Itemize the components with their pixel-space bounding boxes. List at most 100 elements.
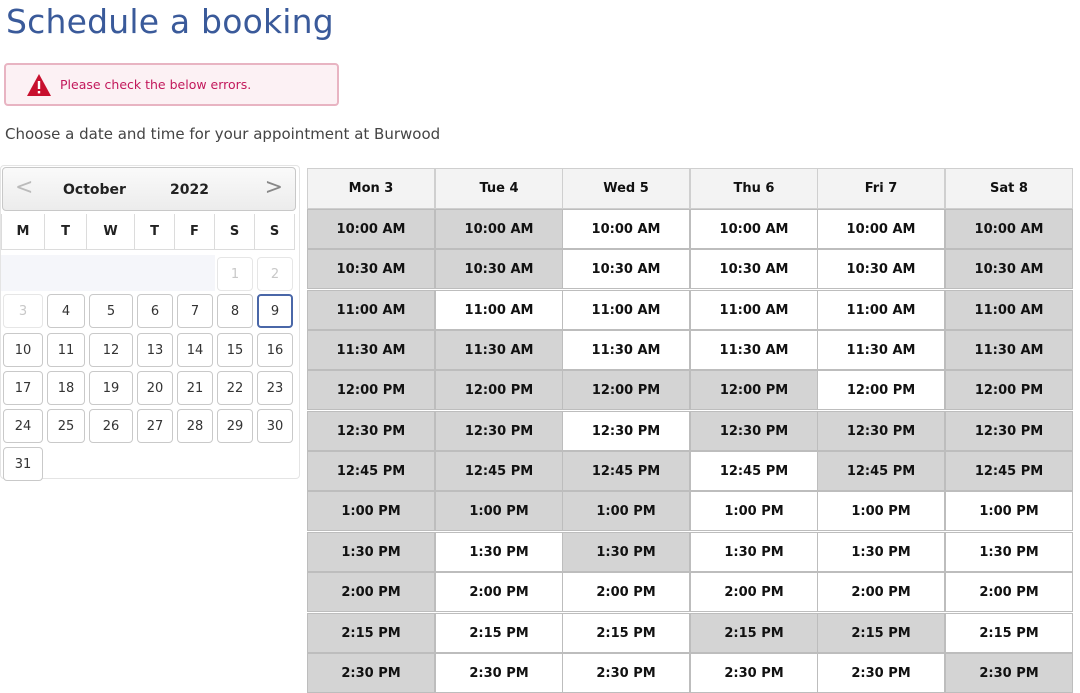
time-slot-available[interactable]: 1:00 PM <box>817 491 945 531</box>
calendar-day[interactable]: 4 <box>47 294 85 328</box>
time-slot-available[interactable]: 2:00 PM <box>690 572 818 612</box>
calendar-day[interactable]: 11 <box>47 333 85 367</box>
time-slot-available[interactable]: 2:30 PM <box>562 653 690 693</box>
calendar-day[interactable]: 27 <box>137 409 173 443</box>
prev-month-button[interactable]: < <box>15 175 33 201</box>
calendar-day[interactable]: 14 <box>177 333 213 367</box>
calendar-day[interactable]: 29 <box>217 409 253 443</box>
time-slot-unavailable: 11:00 AM <box>945 290 1073 330</box>
time-slot-available[interactable]: 2:15 PM <box>435 613 563 653</box>
time-slot-available[interactable]: 11:30 AM <box>690 330 818 370</box>
time-slot-available[interactable]: 11:00 AM <box>817 290 945 330</box>
calendar-day[interactable]: 13 <box>137 333 173 367</box>
time-slot-available[interactable]: 2:00 PM <box>945 572 1073 612</box>
time-slot-available[interactable]: 12:30 PM <box>562 411 690 451</box>
calendar-day[interactable]: 19 <box>89 371 133 405</box>
day-column-header: Sat 8 <box>945 168 1073 209</box>
time-slot-available[interactable]: 1:30 PM <box>945 532 1073 572</box>
weekday-header: T <box>135 214 175 250</box>
calendar-day[interactable]: 26 <box>89 409 133 443</box>
calendar-day[interactable]: 17 <box>3 371 43 405</box>
time-slot-available[interactable]: 11:30 AM <box>817 330 945 370</box>
calendar-day[interactable]: 21 <box>177 371 213 405</box>
day-column-header: Thu 6 <box>690 168 818 209</box>
calendar-day[interactable]: 20 <box>137 371 173 405</box>
calendar-header: < October 2022 > <box>2 167 296 211</box>
time-slot-unavailable: 10:30 AM <box>435 249 563 289</box>
time-slot-unavailable: 12:45 PM <box>307 451 435 491</box>
time-slot-available[interactable]: 2:30 PM <box>817 653 945 693</box>
next-month-button[interactable]: > <box>265 175 283 201</box>
time-slot-unavailable: 12:30 PM <box>817 411 945 451</box>
intro-text: Choose a date and time for your appointm… <box>5 125 441 143</box>
time-slot-unavailable: 12:45 PM <box>435 451 563 491</box>
calendar-day[interactable]: 25 <box>47 409 85 443</box>
calendar-month: October <box>63 182 126 198</box>
time-slot-available[interactable]: 1:30 PM <box>435 532 563 572</box>
time-slot-available[interactable]: 2:15 PM <box>945 613 1073 653</box>
calendar-day[interactable]: 6 <box>137 294 173 328</box>
time-slot-available[interactable]: 10:30 AM <box>690 249 818 289</box>
time-slot-unavailable: 2:00 PM <box>307 572 435 612</box>
time-slot-available[interactable]: 2:00 PM <box>435 572 563 612</box>
time-slot-available[interactable]: 2:15 PM <box>562 613 690 653</box>
time-slot-available[interactable]: 10:30 AM <box>817 249 945 289</box>
calendar-day[interactable]: 12 <box>89 333 133 367</box>
calendar-day[interactable]: 28 <box>177 409 213 443</box>
time-slot-available[interactable]: 2:30 PM <box>690 653 818 693</box>
time-slot-unavailable: 1:00 PM <box>562 491 690 531</box>
time-slot-unavailable: 12:00 PM <box>435 370 563 410</box>
time-slot-available[interactable]: 10:00 AM <box>690 209 818 249</box>
calendar-day-selected[interactable]: 9 <box>257 294 293 328</box>
time-slot-unavailable: 1:30 PM <box>562 532 690 572</box>
time-slot-available[interactable]: 11:00 AM <box>690 290 818 330</box>
time-slot-available[interactable]: 1:00 PM <box>690 491 818 531</box>
calendar-day[interactable]: 24 <box>3 409 43 443</box>
weekday-header: T <box>45 214 87 250</box>
calendar-day[interactable]: 8 <box>217 294 253 328</box>
time-slot-unavailable: 12:00 PM <box>690 370 818 410</box>
time-slot-available[interactable]: 12:45 PM <box>690 451 818 491</box>
time-slot-available[interactable]: 2:00 PM <box>562 572 690 612</box>
calendar-day[interactable]: 30 <box>257 409 293 443</box>
time-slot-available[interactable]: 1:30 PM <box>817 532 945 572</box>
time-slot-unavailable: 12:00 PM <box>307 370 435 410</box>
time-slot-available[interactable]: 10:30 AM <box>562 249 690 289</box>
calendar-day[interactable]: 22 <box>217 371 253 405</box>
weekday-header: S <box>215 214 255 250</box>
calendar-day[interactable]: 23 <box>257 371 293 405</box>
weekday-header: W <box>87 214 135 250</box>
time-slot-available[interactable]: 1:30 PM <box>690 532 818 572</box>
time-slot-available[interactable]: 2:00 PM <box>817 572 945 612</box>
time-slot-unavailable: 12:30 PM <box>690 411 818 451</box>
time-slot-unavailable: 11:30 AM <box>307 330 435 370</box>
time-slot-unavailable: 11:30 AM <box>945 330 1073 370</box>
warning-icon <box>27 73 51 96</box>
calendar-day[interactable]: 7 <box>177 294 213 328</box>
calendar-day[interactable]: 18 <box>47 371 85 405</box>
calendar-day[interactable]: 16 <box>257 333 293 367</box>
calendar-day[interactable]: 31 <box>3 447 43 481</box>
time-slot-available[interactable]: 2:30 PM <box>435 653 563 693</box>
time-slot-unavailable: 1:00 PM <box>307 491 435 531</box>
time-slot-unavailable: 2:15 PM <box>817 613 945 653</box>
time-slot-available[interactable]: 12:00 PM <box>817 370 945 410</box>
time-slot-available[interactable]: 11:30 AM <box>562 330 690 370</box>
calendar-day[interactable]: 5 <box>89 294 133 328</box>
time-slot-available[interactable]: 10:00 AM <box>562 209 690 249</box>
day-column-header: Tue 4 <box>435 168 563 209</box>
calendar-empty-cells <box>1 255 215 291</box>
time-slot-available[interactable]: 11:00 AM <box>435 290 563 330</box>
time-slot-available[interactable]: 10:00 AM <box>817 209 945 249</box>
calendar-day: 2 <box>257 257 293 291</box>
calendar-day[interactable]: 15 <box>217 333 253 367</box>
calendar-day: 1 <box>217 257 253 291</box>
error-alert: Please check the below errors. <box>4 63 339 106</box>
time-slot-unavailable: 12:45 PM <box>817 451 945 491</box>
time-slot-available[interactable]: 11:00 AM <box>562 290 690 330</box>
time-slot-available[interactable]: 1:00 PM <box>945 491 1073 531</box>
time-slot-unavailable: 2:30 PM <box>307 653 435 693</box>
calendar-day[interactable]: 10 <box>3 333 43 367</box>
day-column-header: Mon 3 <box>307 168 435 209</box>
page-title: Schedule a booking <box>6 2 334 41</box>
